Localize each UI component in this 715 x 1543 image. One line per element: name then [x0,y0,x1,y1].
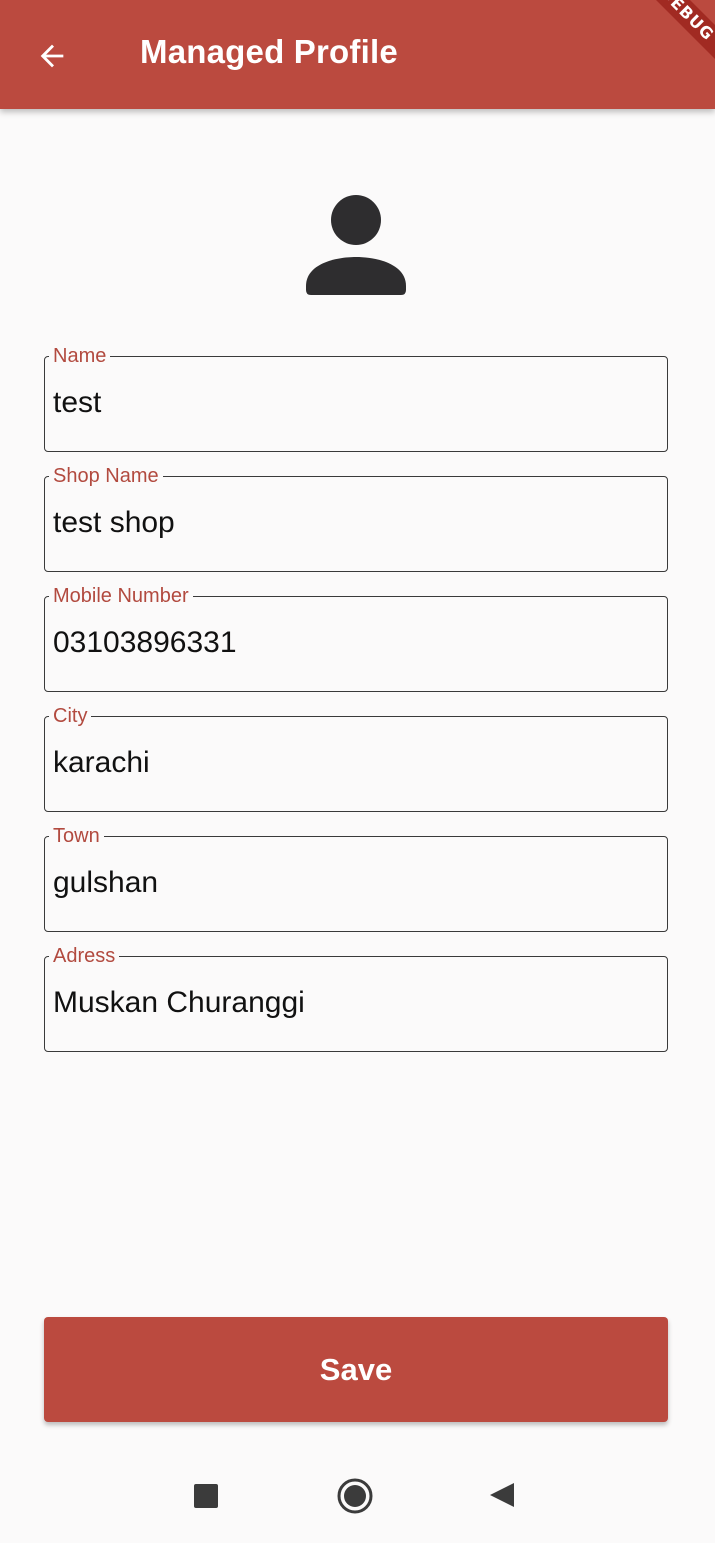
triangle-back-icon[interactable] [488,1481,516,1509]
shop-name-field[interactable]: Shop Name test shop [44,464,668,572]
debug-banner: DEBUG [621,0,715,80]
city-label: City [49,704,92,728]
name-input[interactable]: test [53,385,101,421]
city-field[interactable]: City karachi [44,704,668,812]
mobile-number-field[interactable]: Mobile Number 03103896331 [44,584,668,692]
person-icon [306,195,406,295]
arrow-back-icon [40,44,64,68]
town-input[interactable]: gulshan [53,865,158,901]
address-label: Adress [49,944,120,968]
page-title: Managed Profile [140,33,398,70]
system-nav-bar [0,1446,715,1543]
square-recents-icon[interactable] [194,1484,218,1508]
name-field[interactable]: Name test [44,344,668,452]
circle-home-icon[interactable] [336,1477,374,1515]
shop-name-label: Shop Name [49,464,163,488]
city-input[interactable]: karachi [53,745,150,781]
mobile-number-input[interactable]: 03103896331 [53,625,237,661]
shop-name-input[interactable]: test shop [53,505,175,541]
town-field[interactable]: Town gulshan [44,824,668,932]
town-label: Town [49,824,104,848]
address-input[interactable]: Muskan Churanggi [53,985,305,1021]
name-label: Name [49,344,111,368]
mobile-number-label: Mobile Number [49,584,193,608]
back-button[interactable] [26,30,78,82]
save-button-label: Save [319,1351,393,1387]
address-field[interactable]: Adress Muskan Churanggi [44,944,668,1052]
app-bar: Managed Profile DEBUG [0,0,715,109]
save-button[interactable]: Save [44,1317,668,1422]
